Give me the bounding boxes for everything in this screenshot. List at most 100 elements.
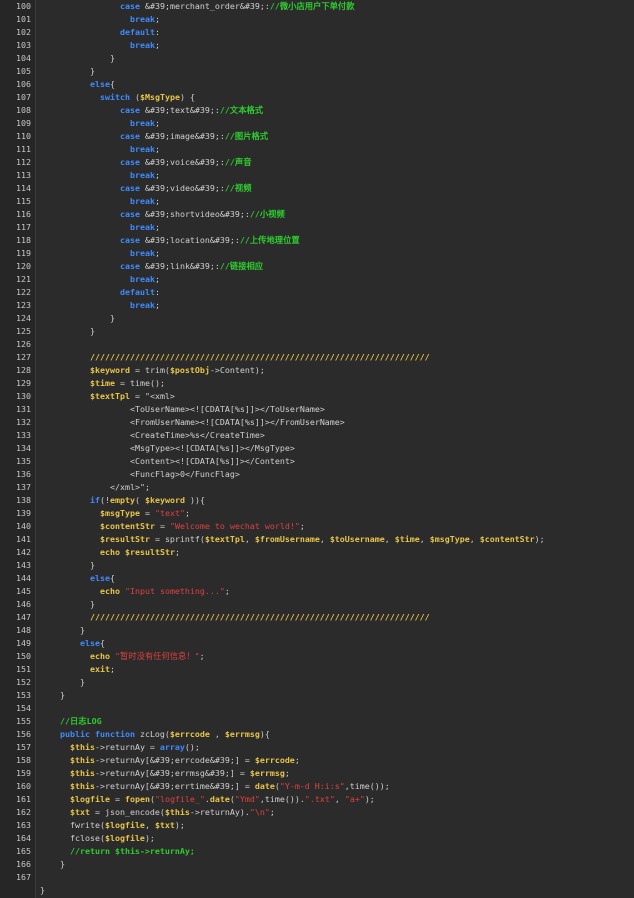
code-token: : — [154, 287, 160, 297]
code-line[interactable]: 106 else{ — [0, 78, 634, 91]
line-code: else{ — [80, 637, 105, 650]
code-token: = "<xml> — [129, 391, 175, 401]
code-token: ; — [154, 196, 160, 206]
code-line[interactable]: 166} — [0, 858, 634, 871]
line-code: break; — [130, 247, 160, 260]
code-line[interactable]: 110 case &#39;image&#39;://图片格式 — [0, 130, 634, 143]
code-line[interactable]: 136 <FuncFlag>0</FuncFlag> — [0, 468, 634, 481]
code-line[interactable]: 167 — [0, 871, 634, 884]
code-token: } — [90, 66, 95, 76]
code-line[interactable]: 140 $contentStr = "Welcome to wechat worl… — [0, 520, 634, 533]
code-line[interactable]: 148} — [0, 624, 634, 637]
code-token: //微小店用户下单付款 — [269, 1, 355, 11]
code-line[interactable]: 147 /////////////////////////////////////… — [0, 611, 634, 624]
code-line[interactable]: 127 /////////////////////////////////////… — [0, 351, 634, 364]
code-line[interactable]: 153} — [0, 689, 634, 702]
code-line[interactable]: 131 <ToUserName><![CDATA[%s]]></ToUserNam… — [0, 403, 634, 416]
code-token: "Y-m-d H:i:s" — [279, 781, 345, 791]
code-line[interactable]: 150 echo "暂时没有任何信息！"; — [0, 650, 634, 663]
code-line[interactable]: 161 $logfile = fopen("logfile_".date("Ymd… — [0, 793, 634, 806]
code-line[interactable]: 125} — [0, 325, 634, 338]
code-line[interactable]: 160 $this->returnAy[&#39;errtime&#39;] = … — [0, 780, 634, 793]
line-number: 129 — [16, 378, 31, 388]
code-line[interactable]: } — [0, 884, 634, 897]
code-line[interactable]: 121 break; — [0, 273, 634, 286]
line-code: case &#39;video&#39;://视频 — [120, 182, 252, 195]
line-code: break; — [130, 39, 160, 52]
code-line[interactable]: 164 fclose($logfile); — [0, 832, 634, 845]
line-number: 165 — [16, 846, 31, 856]
code-line[interactable]: 119 break; — [0, 247, 634, 260]
code-line[interactable]: 151 exit; — [0, 663, 634, 676]
code-line[interactable]: 142 echo $resultStr; — [0, 546, 634, 559]
line-number: 118 — [16, 235, 31, 245]
code-line[interactable]: 108 case &#39;text&#39;://文本格式 — [0, 104, 634, 117]
code-line[interactable]: 115 break; — [0, 195, 634, 208]
line-code: $contentStr = "Welcome to wechat world!"… — [100, 520, 305, 533]
code-line[interactable]: 128 $keyword = trim($postObj->Content); — [0, 364, 634, 377]
code-line[interactable]: 141 $resultStr = sprintf($textTpl, $fromU… — [0, 533, 634, 546]
code-token: &#39;link&#39;: — [139, 261, 220, 271]
code-token: &#39;voice&#39;: — [139, 157, 225, 167]
line-code: echo "Input something..."; — [100, 585, 230, 598]
code-line[interactable]: 143} — [0, 559, 634, 572]
code-line[interactable]: 159 $this->returnAy[&#39;errmsg&#39;] = $… — [0, 767, 634, 780]
code-line[interactable]: 126 — [0, 338, 634, 351]
code-line[interactable]: 152} — [0, 676, 634, 689]
code-line[interactable]: 101 break; — [0, 13, 634, 26]
line-code: case &#39;merchant_order&#39;://微小店用户下单付… — [120, 0, 355, 13]
code-token: $contentStr — [100, 521, 155, 531]
line-number: 136 — [16, 469, 31, 479]
code-line[interactable]: 130 $textTpl = "<xml> — [0, 390, 634, 403]
code-line[interactable]: 158 $this->returnAy[&#39;errcode&#39;] = … — [0, 754, 634, 767]
code-line[interactable]: 117 break; — [0, 221, 634, 234]
line-code: </xml>"; — [110, 481, 150, 494]
line-number: 109 — [16, 118, 31, 128]
code-line[interactable]: 116 case &#39;shortvideo&#39;://小视频 — [0, 208, 634, 221]
code-line[interactable]: 138 if(!empty( $keyword )){ — [0, 494, 634, 507]
code-line[interactable]: 118 case &#39;location&#39;://上传地理位置 — [0, 234, 634, 247]
code-line[interactable]: 163 fwrite($logfile, $txt); — [0, 819, 634, 832]
code-line[interactable]: 102 default: — [0, 26, 634, 39]
code-line[interactable]: 155 //日志LOG — [0, 715, 634, 728]
code-line[interactable]: 149 else{ — [0, 637, 634, 650]
code-line[interactable]: 165 //return $this->returnAy; — [0, 845, 634, 858]
code-line[interactable]: 145 echo "Input something..."; — [0, 585, 634, 598]
code-line[interactable]: 132 <FromUserName><![CDATA[%s]]></FromUse… — [0, 416, 634, 429]
code-line[interactable]: 120 case &#39;link&#39;://链接相应 — [0, 260, 634, 273]
code-line[interactable]: 103 break; — [0, 39, 634, 52]
code-token: , — [384, 534, 395, 544]
code-line[interactable]: 109 break; — [0, 117, 634, 130]
code-line[interactable]: 113 break; — [0, 169, 634, 182]
code-editor[interactable]: 100 case &#39;merchant_order&#39;://微小店用户… — [0, 0, 634, 898]
line-code: //日志LOG — [60, 715, 102, 728]
code-line[interactable]: 104} — [0, 52, 634, 65]
code-line[interactable]: 129 $time = time(); — [0, 377, 634, 390]
code-line[interactable]: 107 switch ($MsgType) { — [0, 91, 634, 104]
code-line[interactable]: 122 default: — [0, 286, 634, 299]
line-number: 133 — [16, 430, 31, 440]
code-line[interactable]: 100 case &#39;merchant_order&#39;://微小店用户… — [0, 0, 634, 13]
line-number: 112 — [16, 157, 31, 167]
code-line[interactable]: 139 $msgType = "text"; — [0, 507, 634, 520]
code-line[interactable]: 123 break; — [0, 299, 634, 312]
code-line[interactable]: 135 <Content><![CDATA[%s]]></Content> — [0, 455, 634, 468]
code-line[interactable]: 157 $this->returnAy = array(); — [0, 741, 634, 754]
line-number: 106 — [16, 79, 31, 89]
code-line[interactable]: 105} — [0, 65, 634, 78]
code-line[interactable]: 134 <MsgType><![CDATA[%s]]></MsgType> — [0, 442, 634, 455]
code-line[interactable]: 124} — [0, 312, 634, 325]
code-line[interactable]: 144 else{ — [0, 572, 634, 585]
code-line[interactable]: 154 — [0, 702, 634, 715]
code-line[interactable]: 156 public function zcLog($errcode , $err… — [0, 728, 634, 741]
code-token: &#39;shortvideo&#39;: — [139, 209, 250, 219]
code-line[interactable]: 133 <CreateTime>%s</CreateTime> — [0, 429, 634, 442]
code-line[interactable]: 112 case &#39;voice&#39;://声音 — [0, 156, 634, 169]
code-line[interactable]: 146} — [0, 598, 634, 611]
code-line[interactable]: 114 case &#39;video&#39;://视频 — [0, 182, 634, 195]
code-token: , — [419, 534, 430, 544]
code-line[interactable]: 111 break; — [0, 143, 634, 156]
line-code: break; — [130, 13, 160, 26]
code-line[interactable]: 162 $txt = json_encode($this->returnAy)."… — [0, 806, 634, 819]
code-line[interactable]: 137 </xml>"; — [0, 481, 634, 494]
